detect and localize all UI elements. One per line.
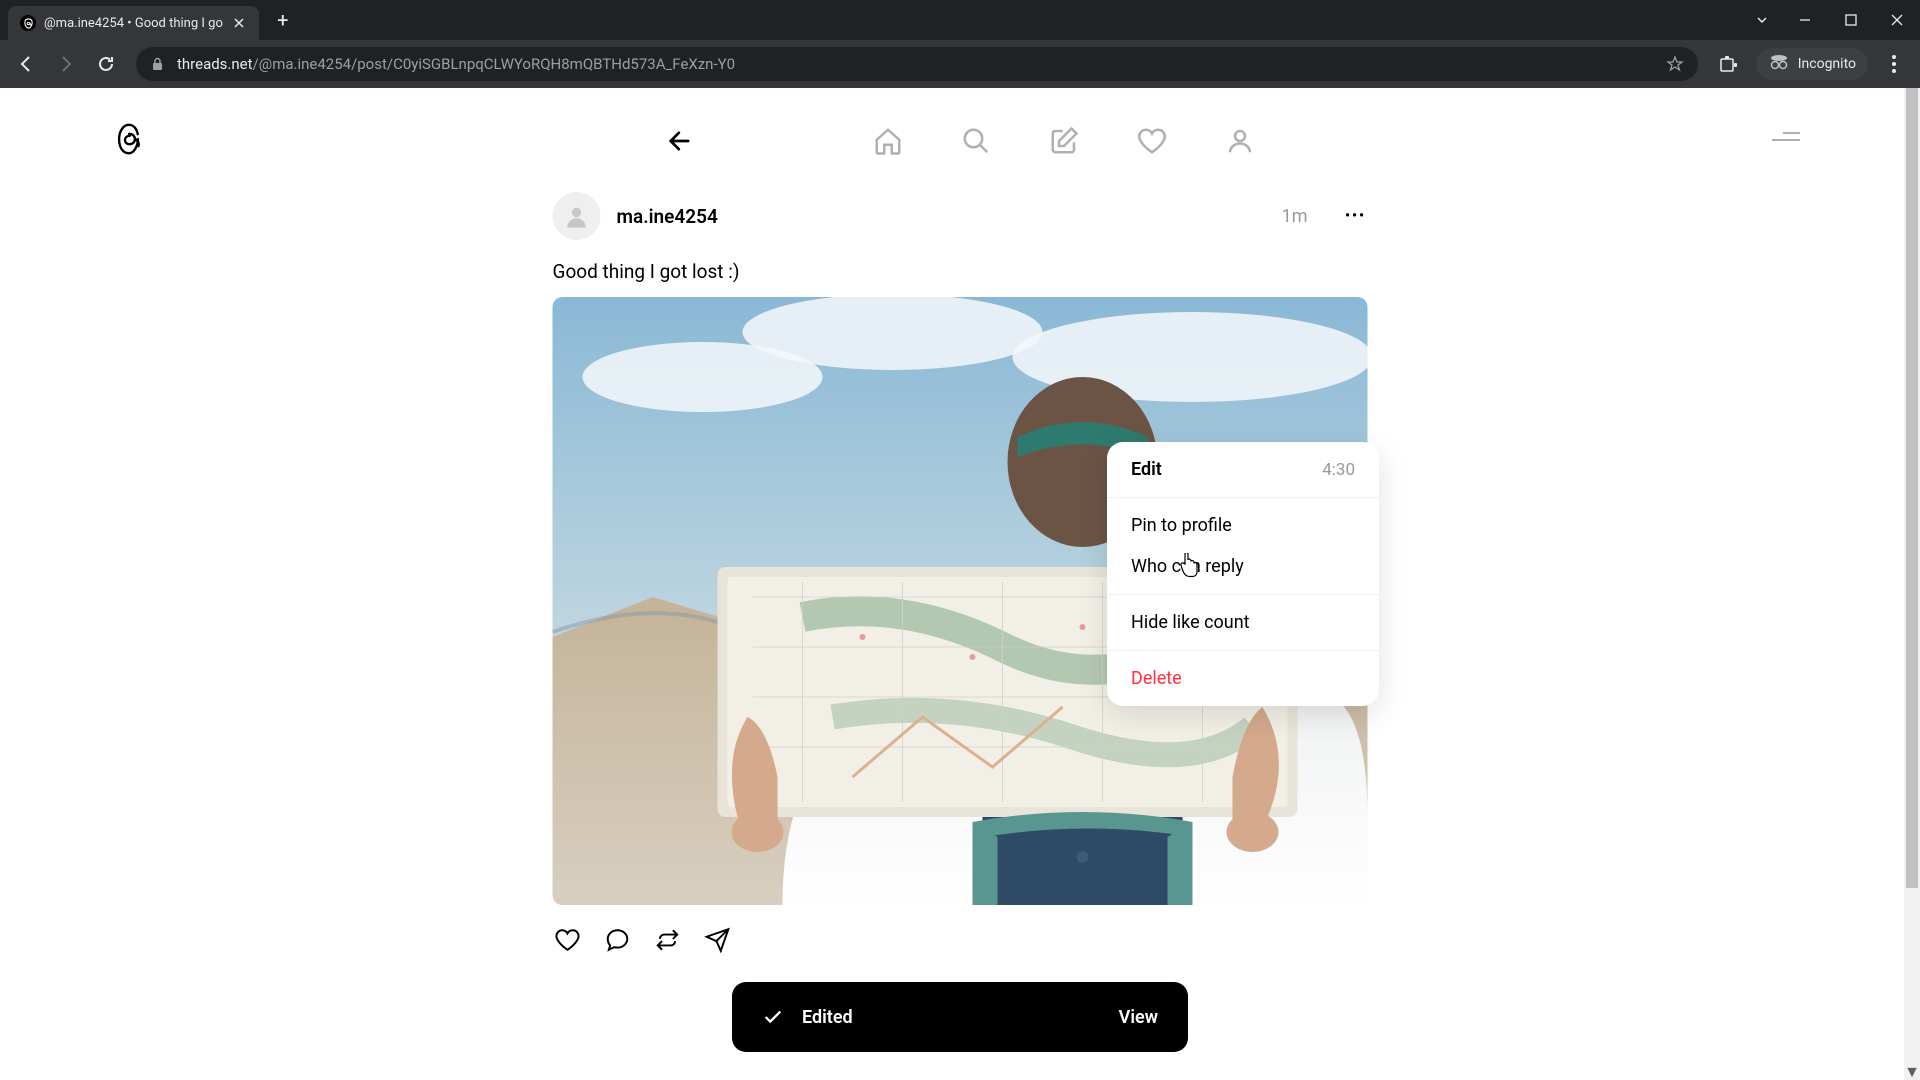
menu-hide-like-count[interactable]: Hide like count bbox=[1107, 595, 1379, 651]
username[interactable]: ma.ine4254 bbox=[617, 205, 718, 228]
url-text: threads.net/@ma.ine4254/post/C0yiSGBLnpq… bbox=[177, 55, 1654, 73]
repost-icon[interactable] bbox=[653, 925, 683, 955]
reload-button[interactable] bbox=[88, 46, 124, 82]
avatar[interactable] bbox=[553, 192, 601, 240]
incognito-label: Incognito bbox=[1798, 56, 1856, 72]
extensions-icon[interactable] bbox=[1710, 46, 1746, 82]
forward-button[interactable] bbox=[48, 46, 84, 82]
window-controls bbox=[1742, 0, 1920, 40]
activity-heart-icon[interactable] bbox=[1135, 124, 1169, 158]
minimize-button[interactable] bbox=[1782, 0, 1828, 40]
threads-favicon-icon bbox=[20, 15, 36, 31]
menu-who-can-reply[interactable]: Who can reply bbox=[1107, 546, 1379, 595]
maximize-button[interactable] bbox=[1828, 0, 1874, 40]
timestamp: 1m bbox=[1282, 206, 1308, 227]
cursor-pointer-icon bbox=[1178, 553, 1200, 583]
post-text: Good thing I got lost :) bbox=[553, 260, 1368, 283]
share-icon[interactable] bbox=[703, 925, 733, 955]
post-more-icon[interactable]: ••• bbox=[1344, 208, 1368, 224]
lock-icon bbox=[150, 57, 165, 72]
profile-icon[interactable] bbox=[1223, 124, 1257, 158]
like-icon[interactable] bbox=[553, 925, 583, 955]
menu-pin[interactable]: Pin to profile bbox=[1107, 498, 1379, 546]
browser-toolbar: threads.net/@ma.ine4254/post/C0yiSGBLnpq… bbox=[0, 40, 1920, 88]
scroll-down-icon[interactable]: ▼ bbox=[1904, 1064, 1920, 1080]
tabs-dropdown-icon[interactable] bbox=[1742, 0, 1782, 40]
menu-pin-label: Pin to profile bbox=[1131, 515, 1232, 536]
close-tab-icon[interactable] bbox=[231, 15, 247, 31]
post-actions bbox=[553, 925, 1368, 955]
home-icon[interactable] bbox=[871, 124, 905, 158]
incognito-icon bbox=[1768, 51, 1790, 77]
reply-icon[interactable] bbox=[603, 925, 633, 955]
scroll-thumb[interactable] bbox=[1906, 88, 1918, 888]
tab-title: @ma.ine4254 • Good thing I go bbox=[44, 16, 223, 31]
browser-menu-icon[interactable] bbox=[1876, 46, 1912, 82]
menu-edit[interactable]: Edit 4:30 bbox=[1107, 442, 1379, 498]
bookmark-star-icon[interactable] bbox=[1666, 55, 1684, 73]
menu-edit-label: Edit bbox=[1131, 459, 1162, 480]
check-icon bbox=[762, 1006, 784, 1028]
menu-delete-label: Delete bbox=[1131, 668, 1182, 689]
nav-back-icon[interactable] bbox=[663, 124, 697, 158]
browser-tab[interactable]: @ma.ine4254 • Good thing I go bbox=[8, 6, 259, 40]
menu-edit-time: 4:30 bbox=[1322, 460, 1355, 480]
toast-view-button[interactable]: View bbox=[1119, 1007, 1158, 1028]
settings-menu-icon[interactable] bbox=[1772, 132, 1800, 141]
menu-hide-label: Hide like count bbox=[1131, 612, 1250, 633]
scrollbar[interactable]: ▲ ▼ bbox=[1904, 88, 1920, 1080]
threads-top-nav bbox=[663, 124, 1257, 158]
browser-tab-strip: @ma.ine4254 • Good thing I go + bbox=[0, 0, 1920, 40]
post-header: ma.ine4254 1m ••• bbox=[553, 192, 1368, 240]
compose-icon[interactable] bbox=[1047, 124, 1081, 158]
address-bar[interactable]: threads.net/@ma.ine4254/post/C0yiSGBLnpq… bbox=[136, 47, 1698, 81]
threads-logo-icon[interactable] bbox=[110, 120, 148, 162]
page-content: ma.ine4254 1m ••• Good thing I got lost … bbox=[0, 88, 1920, 1080]
back-button[interactable] bbox=[8, 46, 44, 82]
toast-message: Edited bbox=[802, 1007, 1119, 1028]
toast-notification: Edited View bbox=[732, 982, 1188, 1052]
menu-delete[interactable]: Delete bbox=[1107, 651, 1379, 706]
new-tab-button[interactable]: + bbox=[269, 6, 297, 34]
close-window-button[interactable] bbox=[1874, 0, 1920, 40]
incognito-badge[interactable]: Incognito bbox=[1756, 48, 1868, 80]
post-options-menu: Edit 4:30 Pin to profile Who can reply H… bbox=[1107, 442, 1379, 706]
search-icon[interactable] bbox=[959, 124, 993, 158]
